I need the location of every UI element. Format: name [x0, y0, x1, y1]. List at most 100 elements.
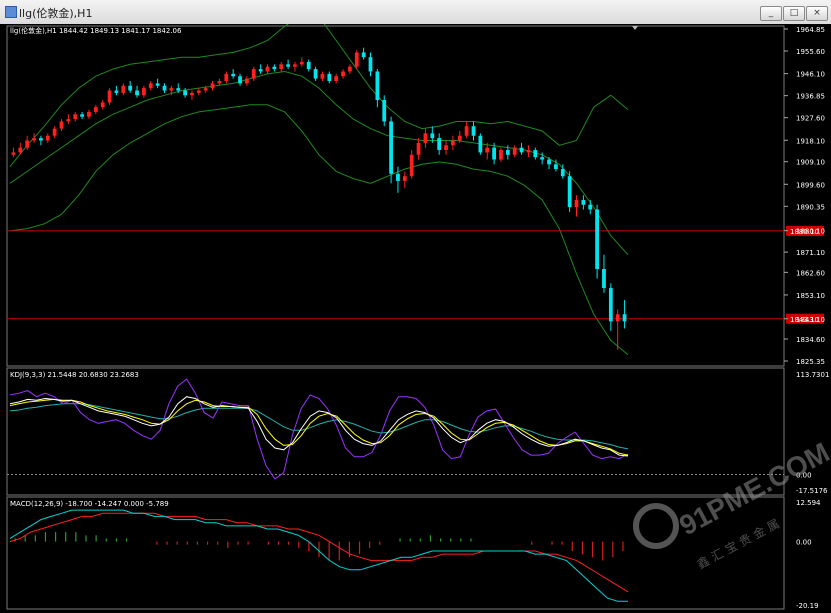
y-axis-tick-label: 1853.10 [796, 292, 825, 300]
candle-body [492, 147, 496, 160]
candle-body [485, 147, 490, 153]
candle-body [320, 73, 325, 79]
candle-body [574, 199, 579, 208]
price-chart-canvas[interactable]: 1880.10 1843.10 1964.85 1955.60 1946.10 1936.… [0, 24, 831, 613]
y-axis-tick-label: 1955.60 [796, 48, 825, 56]
candle-body [615, 314, 620, 322]
candle-body [238, 76, 242, 84]
candle-body [622, 314, 627, 322]
kdj-panel-label: KDJ(9,3,3) 21.5448 20.6830 23.2683 [10, 371, 139, 379]
candle-body [499, 150, 503, 160]
candle-body [595, 209, 599, 270]
candle-body [52, 128, 57, 136]
candle-body [107, 90, 112, 103]
candle-body [581, 199, 586, 205]
candle-body [217, 81, 222, 84]
candle-body [437, 138, 442, 151]
candle-body [121, 85, 126, 93]
candle-body [471, 126, 476, 136]
candle-body [162, 85, 167, 91]
candle-body [306, 61, 311, 70]
candle-body [93, 107, 98, 112]
candle-body [540, 157, 545, 160]
close-button[interactable]: × [806, 6, 828, 21]
candle-body [478, 135, 483, 153]
y-axis-tick-label: 1936.85 [796, 93, 825, 101]
macd-axis-tick-label: 12.594 [796, 499, 821, 507]
candle-body [203, 88, 208, 91]
candle-body [416, 142, 421, 155]
candle-body [505, 150, 510, 155]
candle-body [176, 88, 181, 91]
chart-window: llg(伦敦金),H1 _ □ × 1880.10 1843.10 1964.85 1… [0, 0, 831, 613]
candle-body [128, 85, 133, 91]
candle-body [602, 269, 606, 289]
candle-body [18, 147, 23, 153]
main-panel-label: llg(伦敦金),H1 1844.42 1849.13 1841.17 1842… [10, 26, 182, 35]
candle-body [100, 102, 105, 108]
candle-body [39, 138, 43, 141]
candle-body [80, 114, 84, 117]
macd-axis-tick-label: 0.00 [796, 539, 812, 547]
candle-body [293, 64, 297, 67]
y-axis-tick-label: 1890.35 [796, 203, 825, 211]
candle-body [87, 111, 91, 117]
kdj-axis-tick-label: -17.5176 [796, 487, 828, 495]
candle-body [231, 73, 236, 77]
app-icon [5, 6, 17, 18]
y-axis-tick-label: 1843.10 [796, 316, 825, 324]
y-axis-tick-label: 1927.60 [796, 115, 825, 123]
candle-body [444, 145, 448, 151]
kdj-axis-tick-label: 113.7301 [796, 371, 829, 379]
y-axis-tick-label: 1880.10 [796, 228, 825, 236]
candle-body [155, 83, 160, 86]
candle-body [588, 204, 593, 210]
y-axis-tick-label: 1834.60 [796, 336, 825, 344]
candle-body [135, 90, 139, 96]
candle-body [382, 100, 387, 122]
candle-body [348, 66, 352, 72]
candle-body [11, 152, 16, 155]
candle-body [196, 90, 201, 93]
y-axis-tick-label: 1871.10 [796, 249, 825, 257]
candle-body [169, 88, 174, 91]
candle-body [32, 138, 36, 141]
y-axis-tick-label: 1946.10 [796, 71, 825, 79]
candle-body [361, 52, 366, 58]
y-axis-tick-label: 1899.60 [796, 181, 825, 189]
candle-body [327, 73, 332, 82]
candle-body [245, 78, 249, 84]
candle-body [224, 73, 229, 82]
candle-body [251, 69, 256, 79]
candle-body [73, 114, 78, 120]
candle-body [299, 61, 304, 65]
candle-body [512, 147, 517, 155]
candle-body [59, 121, 64, 129]
candle-body [375, 71, 380, 101]
candle-body [547, 159, 551, 165]
y-axis-tick-label: 1918.10 [796, 137, 825, 145]
y-axis-tick-label: 1825.35 [796, 358, 825, 366]
candle-body [430, 133, 435, 139]
macd-axis-tick-label: -20.19 [796, 602, 819, 610]
candle-body [341, 71, 345, 77]
minimize-button[interactable]: _ [760, 6, 782, 21]
candle-body [457, 135, 462, 141]
window-titlebar[interactable]: llg(伦敦金),H1 _ □ × [0, 0, 831, 25]
candle-body [25, 140, 30, 148]
maximize-button[interactable]: □ [783, 6, 805, 21]
macd-panel-label: MACD(12,26,9) -18.700 -14.247 0.000 -5.7… [10, 500, 169, 508]
candle-body [608, 288, 613, 322]
candle-body [526, 150, 531, 153]
candle-body [142, 88, 146, 96]
candle-body [560, 169, 565, 177]
candle-body [286, 64, 290, 67]
y-axis-tick-label: 1862.60 [796, 269, 825, 277]
candle-body [396, 173, 400, 181]
candle-body [148, 83, 153, 89]
candle-body [265, 66, 270, 72]
window-title: llg(伦敦金),H1 [19, 7, 93, 20]
candle-body [554, 164, 558, 170]
candle-body [190, 92, 194, 96]
candle-body [334, 76, 339, 82]
